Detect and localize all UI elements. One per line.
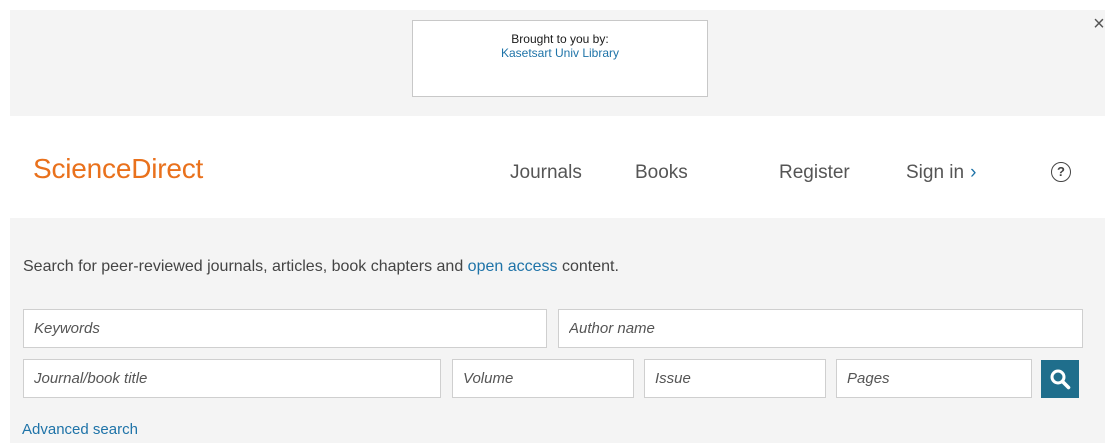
search-intro-text: Search for peer-reviewed journals, artic… — [23, 258, 619, 276]
open-access-link[interactable]: open access — [468, 258, 558, 275]
nav-books[interactable]: Books — [635, 162, 688, 184]
nav-sign-in[interactable]: Sign in › — [906, 162, 976, 184]
keywords-input[interactable] — [23, 309, 547, 348]
volume-input[interactable] — [452, 359, 634, 398]
sciencedirect-logo[interactable]: ScienceDirect — [33, 153, 203, 185]
author-name-input[interactable] — [558, 309, 1083, 348]
intro-text-before: Search for peer-reviewed journals, artic… — [23, 258, 468, 275]
institution-banner: Brought to you by: Kasetsart Univ Librar… — [10, 10, 1105, 116]
close-icon[interactable]: × — [1085, 10, 1105, 38]
brought-to-you-box: Brought to you by: Kasetsart Univ Librar… — [412, 20, 708, 97]
nav-register[interactable]: Register — [779, 162, 850, 184]
intro-text-after: content. — [557, 258, 619, 275]
brought-to-you-label: Brought to you by: — [511, 32, 609, 46]
search-panel: Search for peer-reviewed journals, artic… — [10, 218, 1105, 443]
pages-input[interactable] — [836, 359, 1032, 398]
journal-book-title-input[interactable] — [23, 359, 441, 398]
institution-link[interactable]: Kasetsart Univ Library — [413, 46, 707, 61]
chevron-right-icon: › — [970, 162, 977, 183]
help-circle-icon[interactable]: ? — [1051, 162, 1071, 182]
advanced-search-link[interactable]: Advanced search — [22, 421, 138, 438]
site-header: ScienceDirect Journals Books Register Si… — [10, 116, 1105, 218]
nav-journals[interactable]: Journals — [510, 162, 582, 184]
search-icon — [1050, 369, 1071, 390]
search-button[interactable] — [1041, 360, 1079, 398]
issue-input[interactable] — [644, 359, 826, 398]
sign-in-label: Sign in — [906, 162, 965, 183]
